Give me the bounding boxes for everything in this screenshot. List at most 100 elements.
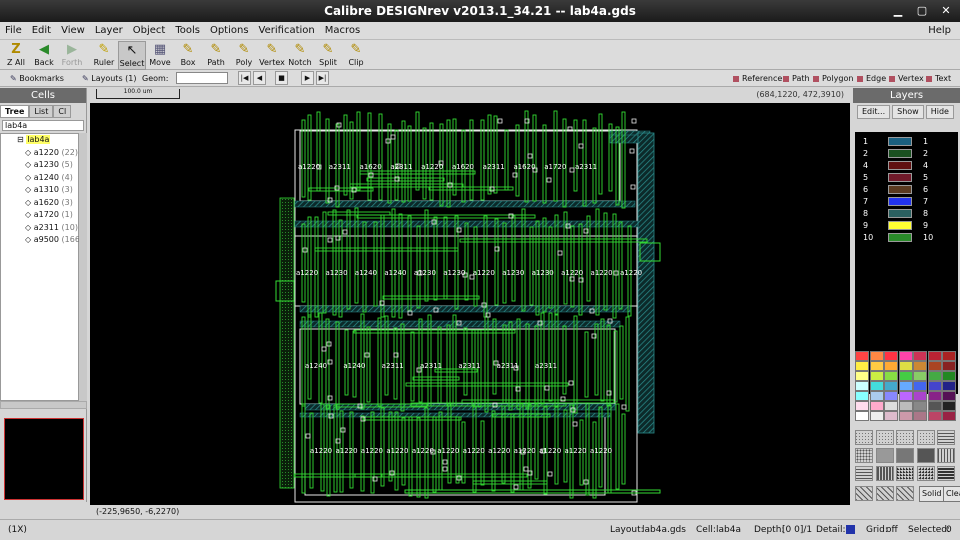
legend-text[interactable]: Text	[926, 72, 951, 85]
layer-row[interactable]: 66	[855, 184, 958, 195]
fill-pattern-swatch[interactable]	[855, 466, 873, 481]
fill-pattern-swatch[interactable]	[855, 430, 873, 445]
notch-button[interactable]: ✎ Notch	[286, 41, 314, 70]
fill-pattern-swatch[interactable]	[896, 486, 914, 501]
layer-swatch[interactable]	[888, 221, 912, 230]
palette-color-swatch[interactable]	[855, 371, 869, 381]
menu-edit[interactable]: Edit	[27, 25, 56, 36]
palette-color-swatch[interactable]	[927, 411, 942, 421]
tab-tree[interactable]: Tree	[0, 105, 30, 118]
tree-item[interactable]: ◇ a1310 (3)	[1, 184, 78, 197]
palette-color-swatch[interactable]	[927, 381, 942, 391]
path-button[interactable]: ✎ Path	[202, 41, 230, 70]
palette-color-swatch[interactable]	[942, 381, 956, 391]
palette-color-swatch[interactable]	[898, 401, 913, 411]
menu-layer[interactable]: Layer	[90, 25, 128, 36]
layout-canvas[interactable]: a1220 a2311 a1620 a2311 a1220 a1620 a2311 a1620…	[90, 103, 850, 505]
palette-color-swatch[interactable]	[898, 371, 913, 381]
palette-color-swatch[interactable]	[942, 391, 956, 401]
legend-edge[interactable]: Edge	[857, 72, 886, 85]
fill-pattern-swatch[interactable]	[896, 466, 914, 481]
fill-pattern-swatch[interactable]	[916, 466, 935, 481]
bookmarks-button[interactable]: ✎ Bookmarks	[10, 71, 64, 86]
layer-swatch[interactable]	[888, 197, 912, 206]
tree-item[interactable]: ◇ a2311 (10)	[1, 222, 78, 235]
palette-color-swatch[interactable]	[855, 391, 869, 401]
palette-color-swatch[interactable]	[942, 351, 956, 361]
palette-color-swatch[interactable]	[884, 411, 898, 421]
palette-color-swatch[interactable]	[898, 411, 913, 421]
box-button[interactable]: ✎ Box	[174, 41, 202, 70]
palette-color-swatch[interactable]	[884, 371, 898, 381]
cell-filter-input[interactable]: lab4a	[2, 120, 84, 131]
detail-icon[interactable]	[846, 525, 855, 535]
layer-row[interactable]: 99	[855, 220, 958, 231]
palette-color-swatch[interactable]	[869, 411, 884, 421]
palette-color-swatch[interactable]	[927, 351, 942, 361]
palette-color-swatch[interactable]	[913, 391, 927, 401]
palette-color-swatch[interactable]	[869, 401, 884, 411]
split-button[interactable]: ✎ Split	[314, 41, 342, 70]
palette-color-swatch[interactable]	[884, 361, 898, 371]
layers-edit-button[interactable]: Edit...	[857, 105, 891, 119]
fill-pattern-swatch[interactable]	[855, 448, 873, 463]
fill-pattern-swatch[interactable]	[937, 448, 955, 463]
tab-list[interactable]: List	[29, 105, 54, 118]
fill-pattern-swatch[interactable]	[875, 486, 894, 501]
legend-vertex[interactable]: Vertex	[889, 72, 924, 85]
stop-icon[interactable]: ■	[275, 71, 288, 85]
palette-color-swatch[interactable]	[884, 401, 898, 411]
menu-macros[interactable]: Macros	[320, 25, 365, 36]
palette-color-swatch[interactable]	[869, 361, 884, 371]
layer-swatch[interactable]	[888, 149, 912, 158]
solid-button[interactable]: Solid	[919, 486, 945, 502]
palette-color-swatch[interactable]	[898, 361, 913, 371]
palette-color-swatch[interactable]	[855, 361, 869, 371]
fill-pattern-swatch[interactable]	[855, 486, 873, 501]
tree-item[interactable]: ◇ a1230 (5)	[1, 159, 78, 172]
zoom-all-button[interactable]: ZZ All	[2, 41, 30, 70]
menu-verification[interactable]: Verification	[254, 25, 320, 36]
menu-options[interactable]: Options	[205, 25, 254, 36]
fill-pattern-swatch[interactable]	[916, 430, 935, 445]
menu-view[interactable]: View	[56, 25, 90, 36]
fill-pattern-swatch[interactable]	[875, 430, 894, 445]
layout-drawing[interactable]: a1220 a2311 a1620 a2311 a1220 a1620 a2311 a1620…	[90, 103, 850, 505]
palette-color-swatch[interactable]	[884, 351, 898, 361]
menu-help[interactable]: Help	[923, 25, 956, 36]
palette-color-swatch[interactable]	[884, 381, 898, 391]
palette-color-swatch[interactable]	[942, 371, 956, 381]
layer-row[interactable]: 88	[855, 208, 958, 219]
tree-item[interactable]: ◇ a9500 (166)	[1, 234, 83, 247]
menu-tools[interactable]: Tools	[170, 25, 205, 36]
minimize-icon[interactable]: ▁	[890, 3, 906, 19]
poly-button[interactable]: ✎ Poly	[230, 41, 258, 70]
layer-row[interactable]: 10 10	[855, 232, 958, 243]
legend-path[interactable]: Path	[783, 72, 810, 85]
clear-button[interactable]: Clear	[943, 486, 960, 502]
fill-pattern-swatch[interactable]	[937, 430, 955, 445]
menu-file[interactable]: File	[0, 25, 27, 36]
clip-button[interactable]: ✎ Clip	[342, 41, 370, 70]
collapse-icon[interactable]: ⊟	[17, 135, 26, 144]
menu-object[interactable]: Object	[128, 25, 171, 36]
layer-row[interactable]: 77	[855, 196, 958, 207]
select-button[interactable]: ↖ Select	[118, 41, 146, 70]
palette-color-swatch[interactable]	[913, 411, 927, 421]
layer-row[interactable]: 22	[855, 148, 958, 159]
layer-swatch[interactable]	[888, 173, 912, 182]
palette-color-swatch[interactable]	[855, 411, 869, 421]
back-button[interactable]: ◀ Back	[30, 41, 58, 70]
palette-color-swatch[interactable]	[855, 401, 869, 411]
layer-swatch[interactable]	[888, 233, 912, 242]
palette-color-swatch[interactable]	[855, 351, 869, 361]
palette-color-swatch[interactable]	[884, 391, 898, 401]
tree-horizontal-scrollbar[interactable]	[0, 401, 87, 409]
layer-swatch[interactable]	[888, 161, 912, 170]
layer-row[interactable]: 11	[855, 136, 958, 147]
palette-color-swatch[interactable]	[898, 391, 913, 401]
palette-color-swatch[interactable]	[869, 351, 884, 361]
palette-color-swatch[interactable]	[913, 401, 927, 411]
layers-hide-button[interactable]: Hide	[925, 105, 954, 119]
palette-color-swatch[interactable]	[913, 361, 927, 371]
